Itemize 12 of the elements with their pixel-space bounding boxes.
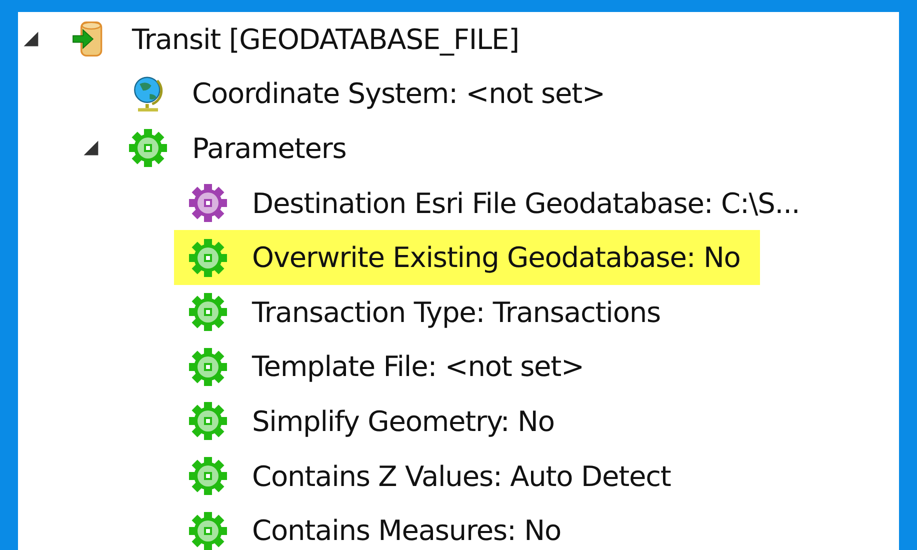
collapse-arrow-icon[interactable] [22, 30, 40, 48]
tree-item[interactable]: Simplify Geometry: No [174, 394, 574, 449]
tree-item[interactable]: Overwrite Existing Geodatabase: No [174, 230, 760, 285]
tree-item[interactable]: Template File: <not set> [174, 340, 604, 394]
tree-item[interactable]: Destination Esri File Geodatabase: C:\S... [174, 176, 820, 230]
collapse-arrow-icon[interactable] [82, 139, 100, 158]
tree-item[interactable]: Transit [GEODATABASE_FILE] [54, 12, 539, 67]
tree-item[interactable]: Parameters [114, 121, 366, 176]
tree-item[interactable]: Contains Z Values: Auto Detect [174, 448, 691, 504]
tree-item[interactable]: Transaction Type: Transactions [174, 284, 680, 340]
tree-item[interactable]: Coordinate System: <not set> [114, 66, 625, 122]
tree-item[interactable]: Contains Measures: No [174, 503, 581, 550]
